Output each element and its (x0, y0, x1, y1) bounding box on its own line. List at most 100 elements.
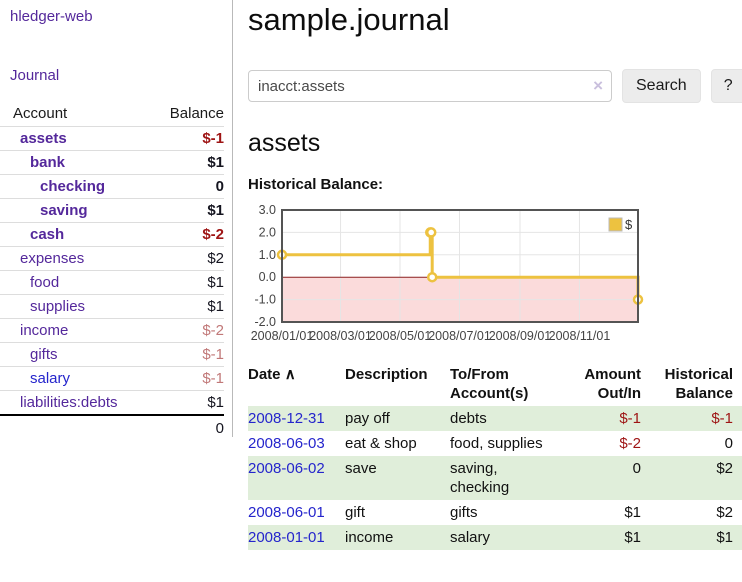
account-row: food $1 (0, 270, 224, 294)
transaction-row: 2008-06-01giftgifts$1$2 (248, 500, 742, 525)
transaction-date: 2008-06-01 (248, 500, 345, 525)
transaction-amount: $-1 (560, 406, 643, 431)
account-balance: $1 (207, 298, 224, 315)
y-tick-label: 1.0 (259, 248, 276, 262)
chart-title: Historical Balance: (248, 176, 742, 193)
x-tick-label: 2008/05/01 (369, 329, 432, 343)
account-link-expenses[interactable]: expenses (0, 250, 84, 267)
data-point-marker (428, 273, 436, 281)
y-tick-label: 2.0 (259, 225, 276, 239)
transaction-row: 2008-01-01incomesalary$1$1 (248, 525, 742, 550)
transaction-description: eat & shop (345, 431, 450, 456)
account-link-checking[interactable]: checking (0, 178, 105, 195)
account-balance: $-1 (202, 346, 224, 363)
transaction-accounts: debts (450, 406, 560, 431)
amount-column-header: Amount Out/In (560, 362, 643, 406)
account-row: liabilities:debts $1 (0, 390, 224, 414)
account-balance: $-1 (202, 130, 224, 147)
account-column-header: Account (13, 105, 67, 122)
transaction-description: save (345, 456, 450, 500)
transaction-balance: $2 (643, 500, 735, 525)
register-table-header: Date ∧ Description To/From Account(s) Am… (248, 362, 742, 406)
sidebar: hledger-web Journal Account Balance asse… (0, 0, 233, 437)
account-balance: $-1 (202, 370, 224, 387)
account-row: bank $1 (0, 150, 224, 174)
account-balance: $-2 (202, 322, 224, 339)
search-input[interactable] (248, 70, 612, 102)
main-content: sample.journal × Search ? assets Histori… (248, 0, 742, 550)
balance-column-header: Historical Balance (643, 362, 735, 406)
account-link-salary[interactable]: salary (0, 370, 70, 387)
account-link-gifts[interactable]: gifts (0, 346, 58, 363)
account-link-saving[interactable]: saving (0, 202, 88, 219)
help-button[interactable]: ? (711, 69, 742, 103)
account-row: saving $1 (0, 198, 224, 222)
x-tick-label: 2008/03/01 (309, 329, 372, 343)
description-column-header: Description (345, 362, 450, 406)
search-input-wrap: × (248, 70, 612, 102)
historical-balance-chart[interactable]: 3.02.01.00.0-1.0-2.02008/01/012008/03/01… (248, 204, 742, 346)
account-link-liabilities-debts[interactable]: liabilities:debts (0, 394, 118, 411)
account-row: income $-2 (0, 318, 224, 342)
account-balance: $1 (207, 154, 224, 171)
transaction-balance: $2 (643, 456, 735, 500)
search-form: × Search ? (248, 69, 742, 103)
account-link-supplies[interactable]: supplies (0, 298, 85, 315)
x-tick-label: 2008/07/01 (428, 329, 491, 343)
app-title-link[interactable]: hledger-web (10, 8, 93, 25)
legend-swatch-icon (609, 218, 622, 231)
account-balance: 0 (216, 178, 224, 195)
transaction-amount: $1 (560, 525, 643, 550)
transaction-date: 2008-06-02 (248, 456, 345, 500)
accounts-table: Account Balance assets $-1 bank $1 checking 0… (0, 102, 232, 441)
account-balance: $-2 (202, 226, 224, 243)
y-tick-label: 3.0 (259, 203, 276, 217)
account-link-cash[interactable]: cash (0, 226, 64, 243)
transaction-row: 2008-06-02 savesaving, checking0$2 (248, 456, 742, 500)
transaction-amount: 0 (560, 456, 643, 500)
transaction-row: 2008-06-03eat & shopfood, supplies$-20 (248, 431, 742, 456)
date-column-header[interactable]: Date ∧ (248, 362, 345, 406)
account-link-bank[interactable]: bank (0, 154, 65, 171)
transaction-date-link[interactable]: 2008-12-31 (248, 410, 325, 427)
y-tick-label: 0.0 (259, 270, 276, 284)
search-button[interactable]: Search (622, 69, 701, 103)
data-point-marker (427, 228, 435, 236)
account-row: checking 0 (0, 174, 224, 198)
transaction-date: 2008-06-03 (248, 431, 345, 456)
accounts-column-header: To/From Account(s) (450, 362, 560, 406)
transaction-description: gift (345, 500, 450, 525)
account-row: cash $-2 (0, 222, 224, 246)
transaction-date-link[interactable]: 2008-01-01 (248, 529, 325, 546)
transaction-accounts: food, supplies (450, 431, 560, 456)
transaction-balance: 0 (643, 431, 735, 456)
transaction-accounts: saving, checking (450, 456, 560, 500)
account-row: expenses$2 (0, 246, 224, 270)
x-tick-label: 2008/09/01 (489, 329, 552, 343)
y-tick-label: -1.0 (254, 293, 276, 307)
transaction-date-link[interactable]: 2008-06-01 (248, 504, 325, 521)
transaction-date-link[interactable]: 2008-06-03 (248, 435, 325, 452)
account-balance: $1 (207, 274, 224, 291)
balance-column-header: Balance (170, 105, 224, 122)
transaction-date-link[interactable]: 2008-06-02 (248, 460, 325, 477)
x-tick-label: 2008/11/01 (549, 329, 611, 343)
transaction-accounts: salary (450, 525, 560, 550)
transaction-amount: $1 (560, 500, 643, 525)
account-row: salary $-1 (0, 366, 224, 390)
account-link-food[interactable]: food (0, 274, 59, 291)
sidebar-item-journal[interactable]: Journal (10, 67, 59, 84)
account-link-assets[interactable]: assets (0, 130, 67, 147)
page-title: sample.journal (248, 2, 742, 38)
clear-search-icon[interactable]: × (593, 76, 603, 95)
account-heading: assets (248, 129, 742, 158)
account-row: assets $-1 (0, 126, 224, 150)
account-link-income[interactable]: income (0, 322, 68, 339)
account-balance: $1 (207, 202, 224, 219)
account-balance: $1 (207, 394, 224, 411)
transaction-description: pay off (345, 406, 450, 431)
account-row: supplies $1 (0, 294, 224, 318)
transaction-description: income (345, 525, 450, 550)
transaction-date: 2008-12-31 (248, 406, 345, 431)
transaction-balance: $-1 (643, 406, 735, 431)
